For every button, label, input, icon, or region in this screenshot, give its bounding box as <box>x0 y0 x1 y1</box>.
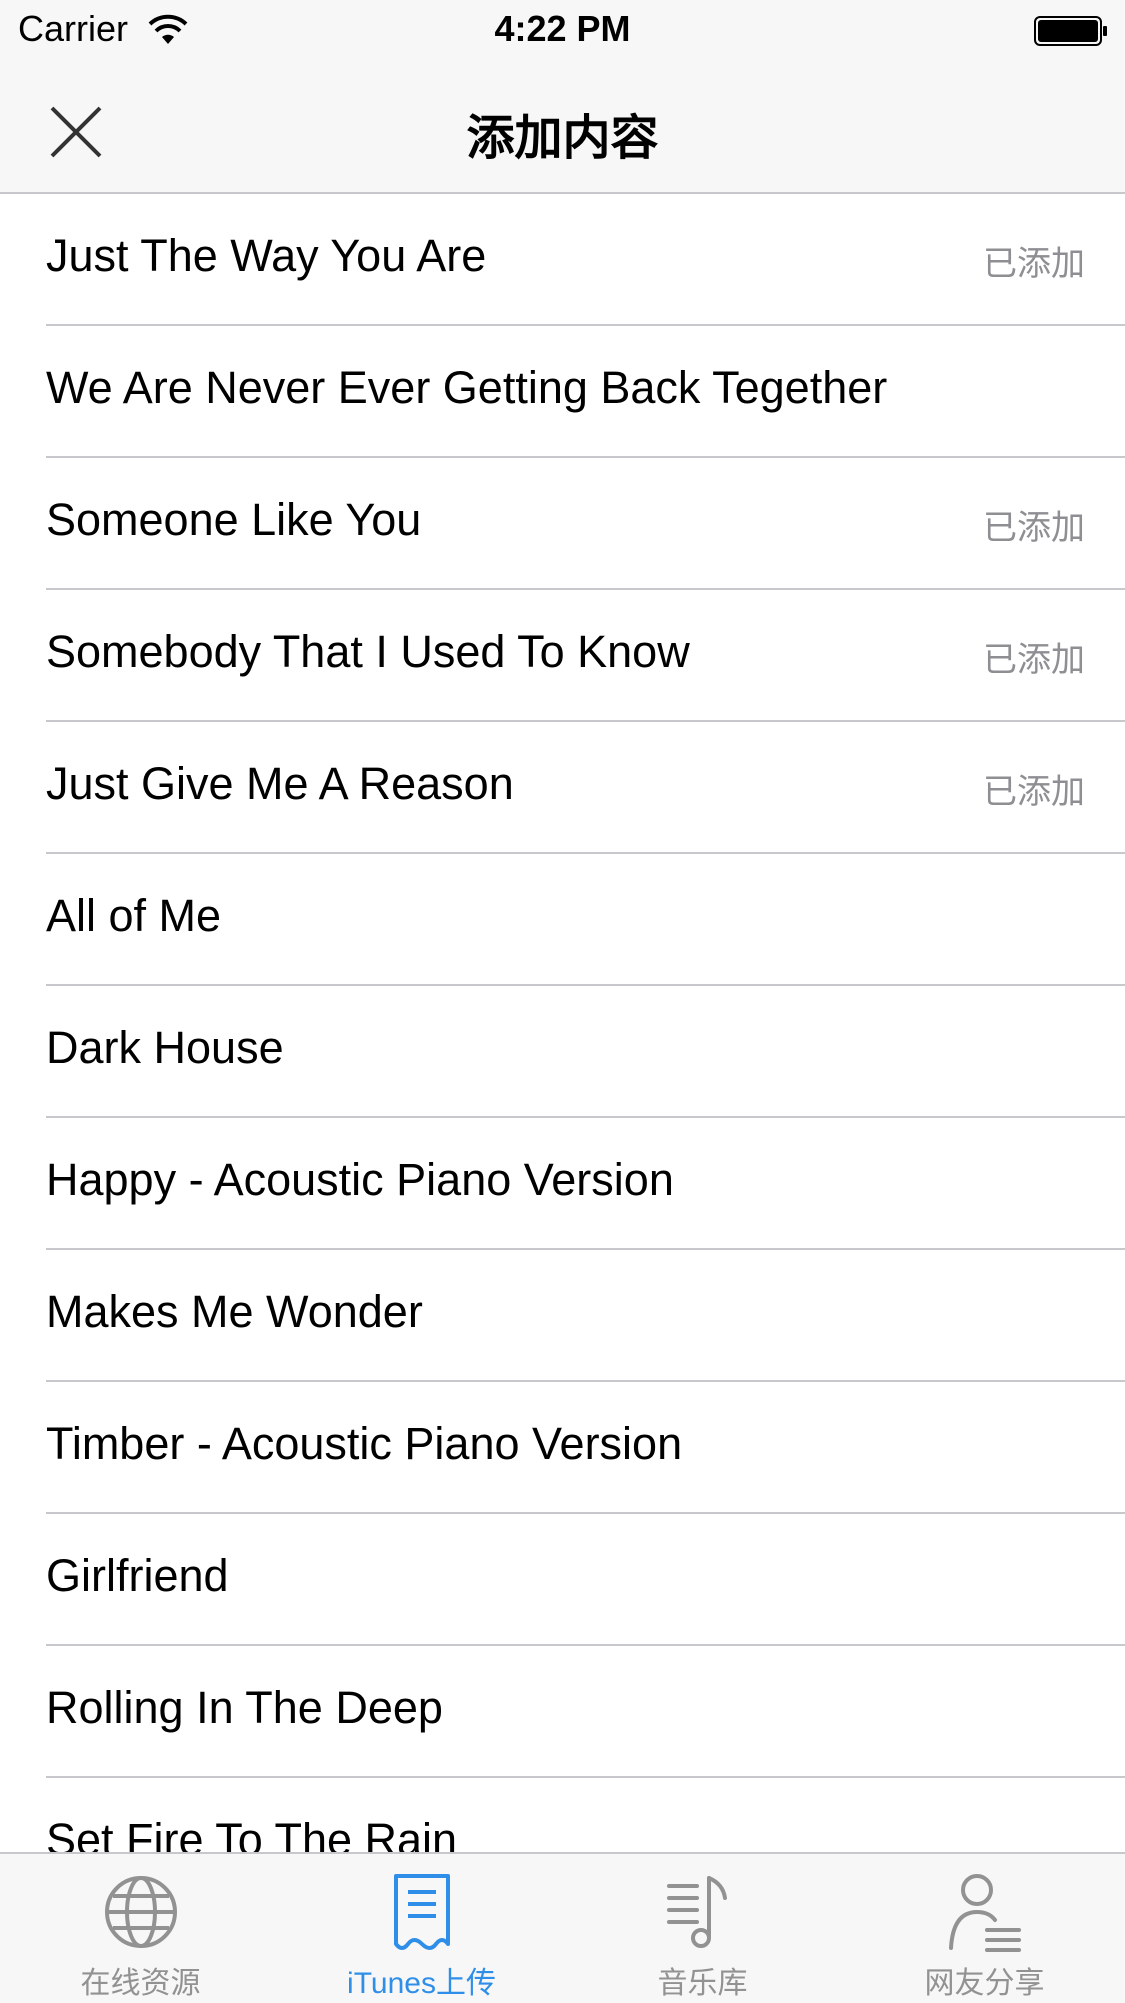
tab-label: 网友分享 <box>924 1967 1045 2000</box>
list-item[interactable]: Just The Way You Are 已添加 <box>0 194 1125 326</box>
list-item[interactable]: Timber - Acoustic Piano Version <box>0 1382 1125 1514</box>
song-title: Girlfriend <box>46 1550 229 1601</box>
battery-icon <box>1034 16 1107 46</box>
list-item[interactable]: Just Give Me A Reason 已添加 <box>0 722 1125 854</box>
added-status: 已添加 <box>983 245 1085 283</box>
status-bar: Carrier 4:22 PM <box>0 0 1125 60</box>
user-share-icon <box>948 1874 1021 1952</box>
song-title: We Are Never Ever Getting Back Tegether <box>46 362 888 413</box>
tab-user-share[interactable]: 网友分享 <box>844 1854 1125 2003</box>
list-item[interactable]: Rolling In The Deep <box>0 1646 1125 1778</box>
list-item[interactable]: Dark House <box>0 986 1125 1118</box>
tab-label: iTunes上传 <box>347 1967 496 2000</box>
added-status: 已添加 <box>983 641 1085 679</box>
list-item[interactable]: All of Me <box>0 854 1125 986</box>
page-title: 添加内容 <box>466 112 659 165</box>
list-item[interactable]: Happy - Acoustic Piano Version <box>0 1118 1125 1250</box>
song-title: Happy - Acoustic Piano Version <box>46 1154 674 1205</box>
song-title: Timber - Acoustic Piano Version <box>46 1418 683 1469</box>
song-title: Dark House <box>46 1022 284 1073</box>
tab-label: 音乐库 <box>657 1967 748 2000</box>
list-item[interactable]: Set Fire To The Rain <box>0 1778 1125 1852</box>
song-title: Somebody That I Used To Know <box>46 626 690 677</box>
navigation-bar: 添加内容 <box>0 60 1125 194</box>
list-item[interactable]: Somebody That I Used To Know 已添加 <box>0 590 1125 722</box>
song-list[interactable]: Just The Way You Are 已添加 We Are Never Ev… <box>0 194 1125 1852</box>
list-item[interactable]: Girlfriend <box>0 1514 1125 1646</box>
status-time: 4:22 PM <box>494 8 631 49</box>
added-status: 已添加 <box>983 509 1085 547</box>
tab-itunes-upload[interactable]: iTunes上传 <box>281 1854 562 2003</box>
tab-bar: 在线资源 iTunes上传 音乐库 网友分享 <box>0 1852 1125 2003</box>
document-icon <box>393 1874 450 1950</box>
tab-online-resources[interactable]: 在线资源 <box>0 1854 281 2003</box>
song-title: Makes Me Wonder <box>46 1286 423 1337</box>
song-title: Set Fire To The Rain <box>46 1814 458 1852</box>
song-title: Just The Way You Are <box>46 230 487 281</box>
music-list-icon <box>666 1876 727 1948</box>
added-status: 已添加 <box>983 773 1085 811</box>
globe-icon <box>104 1876 177 1948</box>
song-title: Someone Like You <box>46 494 422 545</box>
song-title: Just Give Me A Reason <box>46 758 514 809</box>
song-title: Rolling In The Deep <box>46 1682 443 1733</box>
list-item[interactable]: Makes Me Wonder <box>0 1250 1125 1382</box>
list-item[interactable]: We Are Never Ever Getting Back Tegether <box>0 326 1125 458</box>
song-title: All of Me <box>46 890 222 941</box>
tab-label: 在线资源 <box>80 1967 201 2000</box>
list-item[interactable]: Someone Like You 已添加 <box>0 458 1125 590</box>
tab-music-library[interactable]: 音乐库 <box>562 1854 843 2003</box>
